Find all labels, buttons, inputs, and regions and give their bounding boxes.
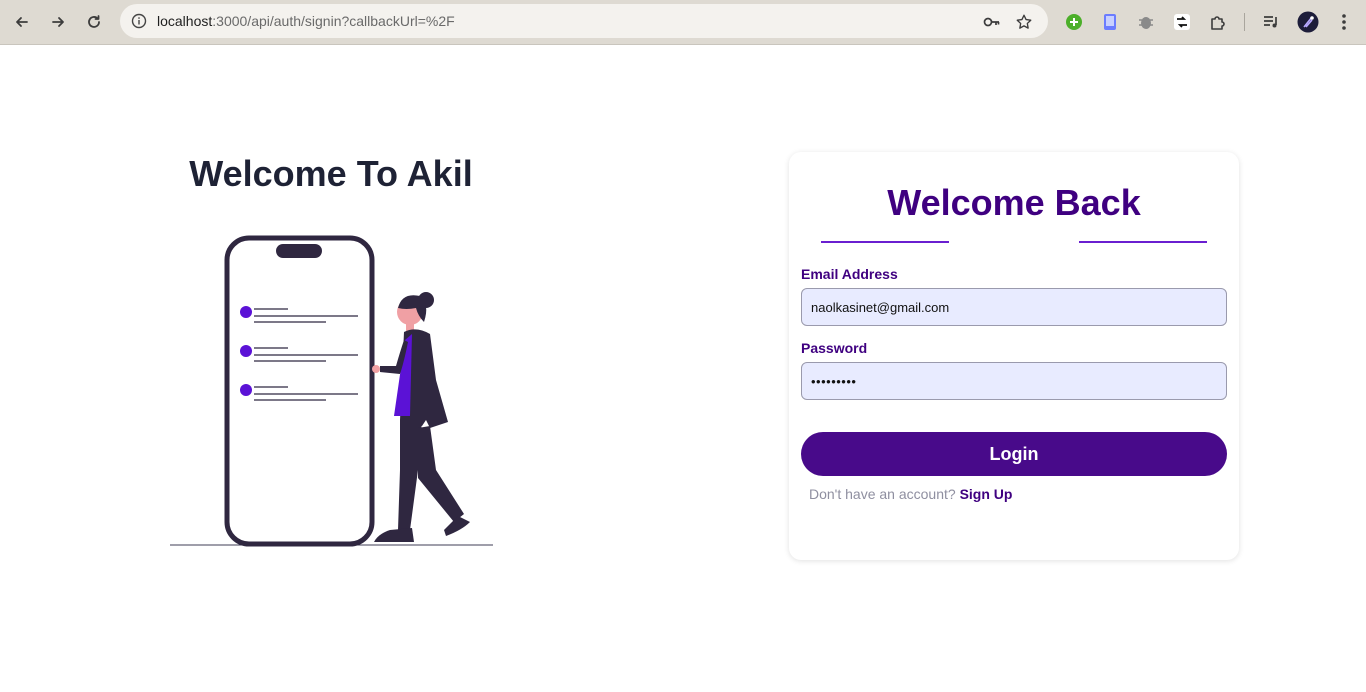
toolbar-separator [1244, 13, 1245, 31]
signup-link[interactable]: Sign Up [960, 486, 1013, 502]
url-text[interactable]: localhost:3000/api/auth/signin?callbackU… [157, 13, 455, 29]
password-key-icon[interactable] [982, 12, 1002, 32]
url-host: localhost [157, 13, 213, 29]
login-card: Welcome Back Email Address naolkasinet@g… [789, 152, 1239, 560]
forward-icon [52, 17, 64, 27]
title-divider-left [821, 241, 949, 243]
signup-row: Don't have an account? Sign Up [809, 486, 1012, 502]
bookmark-star-icon[interactable] [1014, 12, 1034, 32]
login-title: Welcome Back [887, 182, 1141, 223]
reload-button[interactable] [80, 8, 108, 36]
email-label: Email Address [801, 266, 898, 282]
phone-woman-illustration [170, 235, 493, 547]
extensions-puzzle-icon[interactable] [1207, 11, 1229, 33]
forward-button[interactable] [44, 8, 72, 36]
signup-prompt: Don't have an account? [809, 486, 956, 502]
arrow-extension-icon[interactable] [1171, 11, 1193, 33]
menu-kebab-icon[interactable] [1333, 11, 1355, 33]
bug-extension-icon[interactable] [1135, 11, 1157, 33]
password-label: Password [801, 340, 868, 356]
address-bar[interactable]: localhost:3000/api/auth/signin?callbackU… [120, 4, 1048, 38]
document-extension-icon[interactable] [1099, 11, 1121, 33]
green-plus-extension-icon[interactable] [1063, 11, 1085, 33]
login-button[interactable]: Login [801, 432, 1227, 476]
site-info-icon[interactable] [128, 10, 150, 32]
reload-icon [88, 15, 100, 28]
email-field[interactable]: naolkasinet@gmail.com [801, 288, 1227, 326]
browser-toolbar: localhost:3000/api/auth/signin?callbackU… [0, 0, 1366, 45]
profile-avatar-icon[interactable] [1297, 11, 1319, 33]
back-icon [16, 17, 28, 27]
media-control-icon[interactable] [1260, 11, 1282, 33]
url-path: :3000/api/auth/signin?callbackUrl=%2F [212, 13, 455, 29]
password-field[interactable]: ••••••••• [801, 362, 1227, 400]
back-button[interactable] [8, 8, 36, 36]
title-divider-right [1079, 241, 1207, 243]
hero-title: Welcome To Akil [189, 153, 473, 194]
